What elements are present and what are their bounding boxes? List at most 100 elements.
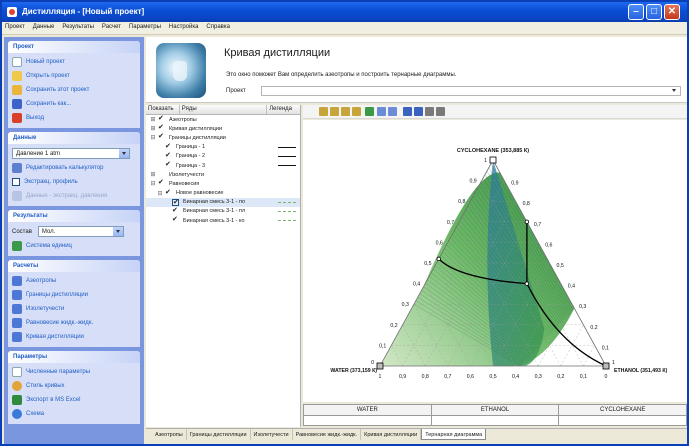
edit-calculator-task[interactable]: Редактировать калькулятор	[12, 161, 136, 175]
menu-settings[interactable]: Настройка	[166, 22, 202, 30]
show-checkbox[interactable]	[165, 142, 172, 151]
expand-toggle-icon[interactable]: ⊞	[150, 125, 156, 132]
menu-data[interactable]: Данные	[30, 22, 58, 30]
close-button[interactable]: ✕	[664, 4, 680, 20]
tree-row-label: Равновесия	[169, 180, 200, 187]
tree-row-label: Граница - 1	[176, 144, 206, 151]
menu-project[interactable]: Проект	[2, 22, 28, 30]
tab-4[interactable]: Кривая дистилляции	[361, 429, 422, 440]
ternary-svg[interactable]: CYCLOHEXANE (353,885 К) WATER (373,159 К)…	[303, 120, 687, 402]
save-as-task[interactable]: Сохранить как...	[12, 97, 136, 111]
numeric-params-task[interactable]: Численные параметры	[12, 365, 136, 379]
show-checkbox[interactable]	[172, 215, 179, 224]
isovolatility-task[interactable]: Изолетучести	[12, 302, 136, 316]
menu-results[interactable]: Результаты	[59, 22, 97, 30]
tree-row[interactable]: ⊞ Изолетучести	[146, 170, 300, 179]
azeotrope-marker[interactable]	[524, 219, 530, 224]
vertex-marker-left[interactable]	[376, 362, 384, 370]
expand-toggle-icon[interactable]: ⊟	[150, 134, 156, 141]
expand-toggle-icon[interactable]: ⊟	[150, 180, 156, 187]
tab-3[interactable]: Равновесие жидк.-жидк.	[293, 429, 362, 440]
exit-task[interactable]: Выход	[12, 111, 136, 125]
print-icon[interactable]	[425, 107, 434, 116]
grid-icon[interactable]	[341, 107, 350, 116]
show-checkbox[interactable]	[158, 123, 165, 132]
folder-save-icon	[12, 85, 22, 95]
show-checkbox[interactable]	[165, 151, 172, 160]
tree-row[interactable]: Бинарная смесь 3-1 - по	[146, 197, 300, 207]
export-excel-task[interactable]: Экспорт в MS Excel	[12, 393, 136, 407]
flag-icon[interactable]	[365, 107, 374, 116]
pressure-select[interactable]: Давление 1 atm	[12, 148, 130, 159]
grid-icon[interactable]	[330, 107, 339, 116]
comp-value-water[interactable]	[304, 416, 432, 425]
bottom-tick-label: 0,5	[489, 374, 496, 380]
azeotropes-task[interactable]: Азеотропы	[12, 274, 136, 288]
project-select[interactable]	[261, 86, 681, 96]
minimize-button[interactable]: –	[628, 4, 644, 20]
show-checkbox[interactable]	[172, 206, 179, 215]
comp-value-ethanol[interactable]	[432, 416, 560, 425]
vertex-marker-top[interactable]	[489, 156, 497, 164]
distillation-curve-task[interactable]: Кривая дистилляции	[12, 330, 136, 344]
tree-row[interactable]: Бинарная смесь 3-1 - ко	[146, 215, 300, 225]
data-group-header[interactable]: Данные	[8, 132, 140, 144]
comp-value-cyclohexane[interactable]	[559, 416, 686, 425]
zoom-in-icon[interactable]	[377, 107, 386, 116]
col-legend[interactable]: Легенда	[267, 105, 300, 114]
tree-row[interactable]: ⊞ Азеотропы	[146, 114, 300, 124]
tab-1[interactable]: Границы дистилляции	[187, 429, 251, 440]
col-rows[interactable]: Ряды	[180, 105, 268, 114]
vertex-marker-right[interactable]	[602, 362, 610, 370]
ternary-diagram[interactable]: CYCLOHEXANE (353,885 К) WATER (373,159 К)…	[303, 120, 687, 402]
pointer-icon[interactable]	[307, 107, 316, 116]
expand-toggle-icon[interactable]: ⊞	[150, 171, 156, 178]
print-preview-icon[interactable]	[436, 107, 445, 116]
show-checkbox[interactable]	[158, 114, 165, 123]
table-icon[interactable]	[403, 107, 412, 116]
zoom-out-icon[interactable]	[388, 107, 397, 116]
params-group-header[interactable]: Параметры	[8, 351, 140, 363]
tree-row[interactable]: Бинарная смесь 3-1 - пл	[146, 206, 300, 216]
title-bar[interactable]: Дистилляция - [Новый проект] – □ ✕	[2, 2, 687, 22]
scheme-task[interactable]: Схема	[12, 407, 136, 421]
open-project-task[interactable]: Открыть проект	[12, 69, 136, 83]
expand-toggle-icon[interactable]: ⊞	[150, 116, 156, 123]
show-checkbox[interactable]	[158, 171, 165, 178]
menu-help[interactable]: Справка	[203, 22, 233, 30]
azeotrope-marker[interactable]	[436, 256, 441, 262]
composition-select[interactable]: Мол.	[37, 226, 124, 237]
lle-task[interactable]: Равновесие жидк.-жидк.	[12, 316, 136, 330]
curve-style-task[interactable]: Стиль кривых	[12, 379, 136, 393]
menu-params[interactable]: Параметры	[126, 22, 164, 30]
calcs-group-header[interactable]: Расчеты	[8, 260, 140, 272]
extraction-profile-task[interactable]: Экстракц. профиль	[12, 175, 136, 189]
tree-row[interactable]: ⊞ Кривая дистилляции	[146, 123, 300, 133]
extraction-profile-checkbox[interactable]	[12, 178, 20, 186]
tree-row[interactable]: Граница - 3	[146, 160, 300, 170]
grid-icon[interactable]	[319, 107, 328, 116]
col-show[interactable]: Показать	[146, 105, 180, 114]
grid-line	[583, 345, 595, 367]
expand-toggle-icon[interactable]: ⊟	[157, 190, 163, 197]
project-group-header[interactable]: Проект	[8, 41, 140, 53]
show-checkbox[interactable]	[172, 198, 179, 206]
save-project-task[interactable]: Сохранить этот проект	[12, 83, 136, 97]
units-task[interactable]: Система единиц	[12, 239, 136, 253]
maximize-button[interactable]: □	[646, 4, 662, 20]
tree-row[interactable]: ⊟ Новое равновесие	[146, 188, 300, 198]
azeotrope-marker[interactable]	[524, 281, 530, 286]
boundaries-task[interactable]: Границы дистилляции	[12, 288, 136, 302]
show-checkbox[interactable]	[165, 188, 172, 197]
save-icon[interactable]	[414, 107, 423, 116]
menu-calc[interactable]: Расчет	[99, 22, 124, 30]
show-checkbox[interactable]	[165, 160, 172, 169]
tab-5[interactable]: Тернарная диаграмма	[421, 429, 487, 440]
tab-2[interactable]: Изолетучести	[251, 429, 293, 440]
show-checkbox[interactable]	[158, 132, 165, 141]
show-checkbox[interactable]	[158, 178, 165, 187]
results-group-header[interactable]: Результаты	[8, 210, 140, 222]
new-project-task[interactable]: Новый проект	[12, 55, 136, 69]
grid-icon[interactable]	[352, 107, 361, 116]
tab-0[interactable]: Азеотропы	[152, 429, 187, 440]
